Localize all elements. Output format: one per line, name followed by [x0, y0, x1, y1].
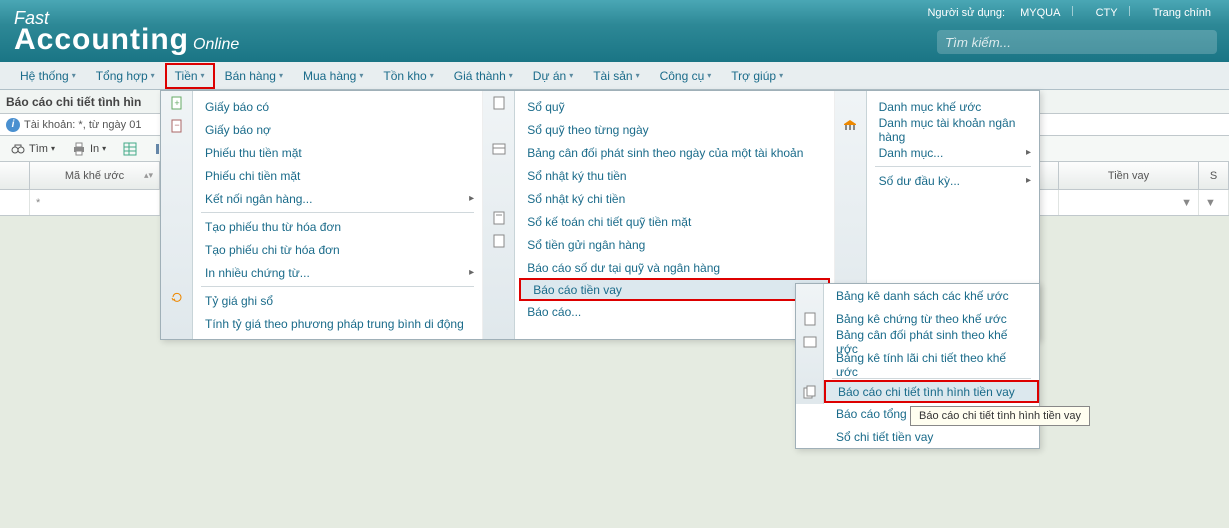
sm-baocaochitiet[interactable]: Báo cáo chi tiết tình hình tiền vay [824, 380, 1039, 403]
binoculars-icon [10, 141, 26, 157]
dd-taophieuthu[interactable]: Tạo phiếu thu từ hóa đơn [193, 215, 482, 238]
menu-taisan[interactable]: Tài sản▾ [583, 63, 649, 89]
dd-sonhatkychi[interactable]: Sổ nhật ký chi tiền [515, 187, 833, 210]
dd-danhmuctaikhoan[interactable]: Danh mục tài khoản ngân hàng [867, 118, 1039, 141]
print-button[interactable]: In▾ [67, 139, 110, 159]
grid-button[interactable] [118, 139, 142, 159]
dd-giaybaono[interactable]: Giấy báo nợ [193, 118, 482, 141]
search-box[interactable] [937, 30, 1217, 54]
ledger-icon [491, 233, 507, 249]
dd-innhieuchungtu[interactable]: In nhiều chứng từ... [193, 261, 482, 284]
menu-tonkho[interactable]: Tồn kho▾ [373, 63, 443, 89]
dd-phieuthu[interactable]: Phiếu thu tiền mặt [193, 141, 482, 164]
col-makheuoc[interactable]: Mã khế ước ▴▾ [30, 162, 160, 189]
filter-cell[interactable] [0, 190, 30, 215]
user-name[interactable]: MYQUA [1014, 7, 1066, 19]
doc-icon [802, 311, 818, 327]
info-text: Tài khoản: *, từ ngày 01 [24, 119, 141, 131]
dd-ketnoinh[interactable]: Kết nối ngân hàng... [193, 187, 482, 210]
sm-sochitiet[interactable]: Sổ chi tiết tiền vay [824, 425, 1039, 448]
dd-bangcandoi[interactable]: Bảng cân đối phát sinh theo ngày của một… [515, 141, 833, 164]
find-button[interactable]: Tìm▾ [6, 139, 59, 159]
header-user-info: Người sử dụng: MYQUA CTY Trang chính [921, 6, 1217, 19]
app-header: Người sử dụng: MYQUA CTY Trang chính Fas… [0, 0, 1229, 62]
ledger-icon [491, 210, 507, 226]
filter-makheuoc[interactable]: * [30, 190, 160, 215]
app-logo: Fast Accounting Online [14, 8, 239, 57]
dd-soquyngay[interactable]: Sổ quỹ theo từng ngày [515, 118, 833, 141]
company-link[interactable]: CTY [1090, 7, 1124, 19]
dd-danhmuc[interactable]: Danh mục... [867, 141, 1039, 164]
dd-sotiengui[interactable]: Sổ tiền gửi ngân hàng [515, 233, 833, 256]
book-icon [491, 95, 507, 111]
dd-sonhatkythu[interactable]: Sổ nhật ký thu tiền [515, 164, 833, 187]
svg-text:−: − [174, 120, 179, 130]
user-label: Người sử dụng: [921, 7, 1011, 19]
home-link[interactable]: Trang chính [1147, 7, 1217, 19]
dd-soketoanchitiet[interactable]: Sổ kế toán chi tiết quỹ tiền mặt [515, 210, 833, 233]
funnel-icon: ▼ [1205, 197, 1216, 209]
main-menubar: Hệ thống▾ Tổng hợp▾ Tiền▾ Bán hàng▾ Mua … [0, 62, 1229, 90]
printer-icon [71, 141, 87, 157]
col-tienvay[interactable]: Tiền vay [1059, 162, 1199, 189]
search-input[interactable] [945, 30, 1209, 54]
table-icon [491, 141, 507, 157]
funnel-icon: ▼ [1181, 197, 1192, 209]
col-selector[interactable] [0, 162, 30, 189]
menu-banhang[interactable]: Bán hàng▾ [215, 63, 293, 89]
grid-icon [122, 141, 138, 157]
menu-hethong[interactable]: Hệ thống▾ [10, 63, 86, 89]
svg-text:+: + [174, 98, 179, 108]
doc-minus-icon: − [169, 118, 185, 134]
menu-giathanh[interactable]: Giá thành▾ [444, 63, 523, 89]
dd-baocao[interactable]: Báo cáo... [515, 300, 833, 323]
dropdown-icon-column: + − [161, 91, 193, 339]
menu-duan[interactable]: Dự án▾ [523, 63, 583, 89]
dd-taophieuchi[interactable]: Tạo phiếu chi từ hóa đơn [193, 238, 482, 261]
table-icon [802, 334, 818, 350]
refresh-icon [169, 289, 185, 305]
col-s[interactable]: S [1199, 162, 1229, 189]
menu-trogiup[interactable]: Trợ giúp▾ [721, 63, 793, 89]
sm-bangkedanhsach[interactable]: Bảng kê danh sách các khế ước [824, 284, 1039, 307]
dd-baocaotienvay[interactable]: Báo cáo tiền vay [519, 278, 829, 301]
dd-soquy[interactable]: Sổ quỹ [515, 95, 833, 118]
dd-phieuchi[interactable]: Phiếu chi tiền mặt [193, 164, 482, 187]
dropdown-icon-column [483, 91, 515, 339]
submenu-icon-column [796, 284, 824, 404]
dd-tinhtyggia[interactable]: Tính tỷ giá theo phương pháp trung bình … [193, 312, 482, 335]
doc-plus-icon: + [169, 95, 185, 111]
sort-icon: ▴▾ [144, 170, 153, 181]
dd-sodudauky[interactable]: Số dư đầu kỳ... [867, 169, 1039, 192]
filter-tienvay[interactable]: ▼ [1059, 190, 1199, 215]
menu-muahang[interactable]: Mua hàng▾ [293, 63, 373, 89]
menu-tonghop[interactable]: Tổng hợp▾ [86, 63, 165, 89]
tooltip: Báo cáo chi tiết tình hình tiền vay [910, 406, 1090, 426]
info-icon: i [6, 118, 20, 132]
bank-icon [842, 118, 858, 134]
dd-baocaosodu[interactable]: Báo cáo số dư tại quỹ và ngân hàng [515, 256, 833, 279]
menu-tien[interactable]: Tiền▾ [165, 63, 215, 89]
filter-s[interactable]: ▼ [1199, 190, 1229, 215]
dd-giaybaoco[interactable]: Giấy báo có [193, 95, 482, 118]
docs-icon [802, 385, 818, 401]
menu-congcu[interactable]: Công cụ▾ [650, 63, 722, 89]
sm-bangketinhlai[interactable]: Bảng kê tính lãi chi tiết theo khế ước [824, 353, 1039, 376]
dd-tygiaghiso[interactable]: Tỷ giá ghi sổ [193, 289, 482, 312]
